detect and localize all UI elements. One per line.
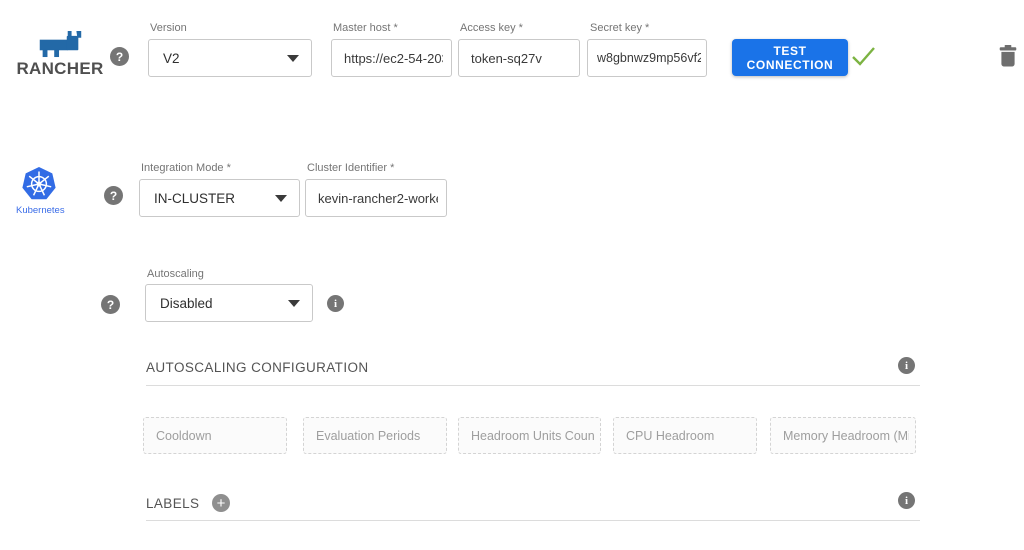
caret-down-icon <box>287 55 299 62</box>
labels-title: LABELS <box>146 496 199 511</box>
master-host-input[interactable] <box>331 39 452 77</box>
rancher-help-icon[interactable]: ? <box>110 47 129 66</box>
caret-down-icon <box>275 195 287 202</box>
cluster-identifier-input[interactable] <box>305 179 447 217</box>
cluster-identifier-label: Cluster Identifier * <box>307 162 394 174</box>
add-label-button[interactable]: + <box>212 494 230 512</box>
access-key-input[interactable] <box>458 39 580 77</box>
autoscaling-label: Autoscaling <box>147 268 204 280</box>
connection-success-check-icon <box>850 45 877 68</box>
headroom-units-count-input <box>458 417 601 454</box>
version-label: Version <box>150 22 187 34</box>
autoscaling-info-icon[interactable]: i <box>327 295 344 312</box>
master-host-label: Master host * <box>333 22 398 34</box>
autoscaling-help-icon[interactable]: ? <box>101 295 120 314</box>
kubernetes-logo: Kubernetes <box>16 166 62 216</box>
cpu-headroom-input <box>613 417 757 454</box>
integration-settings-panel: RANCHER ? Version V2 Master host * Acces… <box>0 0 1024 550</box>
secret-key-label: Secret key * <box>590 22 649 34</box>
version-select[interactable]: V2 <box>148 39 312 77</box>
section-divider <box>146 385 920 386</box>
kubernetes-logo-text: Kubernetes <box>16 205 62 216</box>
autoscaling-select-value: Disabled <box>160 296 288 311</box>
section-divider <box>146 520 920 521</box>
kubernetes-help-icon[interactable]: ? <box>104 186 123 205</box>
version-select-value: V2 <box>163 51 287 66</box>
caret-down-icon <box>288 300 300 307</box>
kubernetes-icon <box>21 166 57 202</box>
access-key-label: Access key * <box>460 22 523 34</box>
rancher-logo-text: RANCHER <box>12 59 108 79</box>
rancher-bull-icon <box>37 31 83 58</box>
cooldown-input <box>143 417 287 454</box>
labels-info-icon[interactable]: i <box>898 492 915 509</box>
evaluation-periods-input <box>303 417 447 454</box>
memory-headroom-input <box>770 417 916 454</box>
autoscaling-select[interactable]: Disabled <box>145 284 313 322</box>
integration-mode-select-value: IN-CLUSTER <box>154 191 275 206</box>
autoscaling-configuration-info-icon[interactable]: i <box>898 357 915 374</box>
secret-key-input[interactable] <box>587 39 707 77</box>
integration-mode-label: Integration Mode * <box>141 162 231 174</box>
trash-icon[interactable] <box>999 45 1017 67</box>
test-connection-button[interactable]: TEST CONNECTION <box>732 39 848 76</box>
autoscaling-configuration-title: AUTOSCALING CONFIGURATION <box>146 360 369 375</box>
rancher-logo: RANCHER <box>12 31 108 79</box>
integration-mode-select[interactable]: IN-CLUSTER <box>139 179 300 217</box>
